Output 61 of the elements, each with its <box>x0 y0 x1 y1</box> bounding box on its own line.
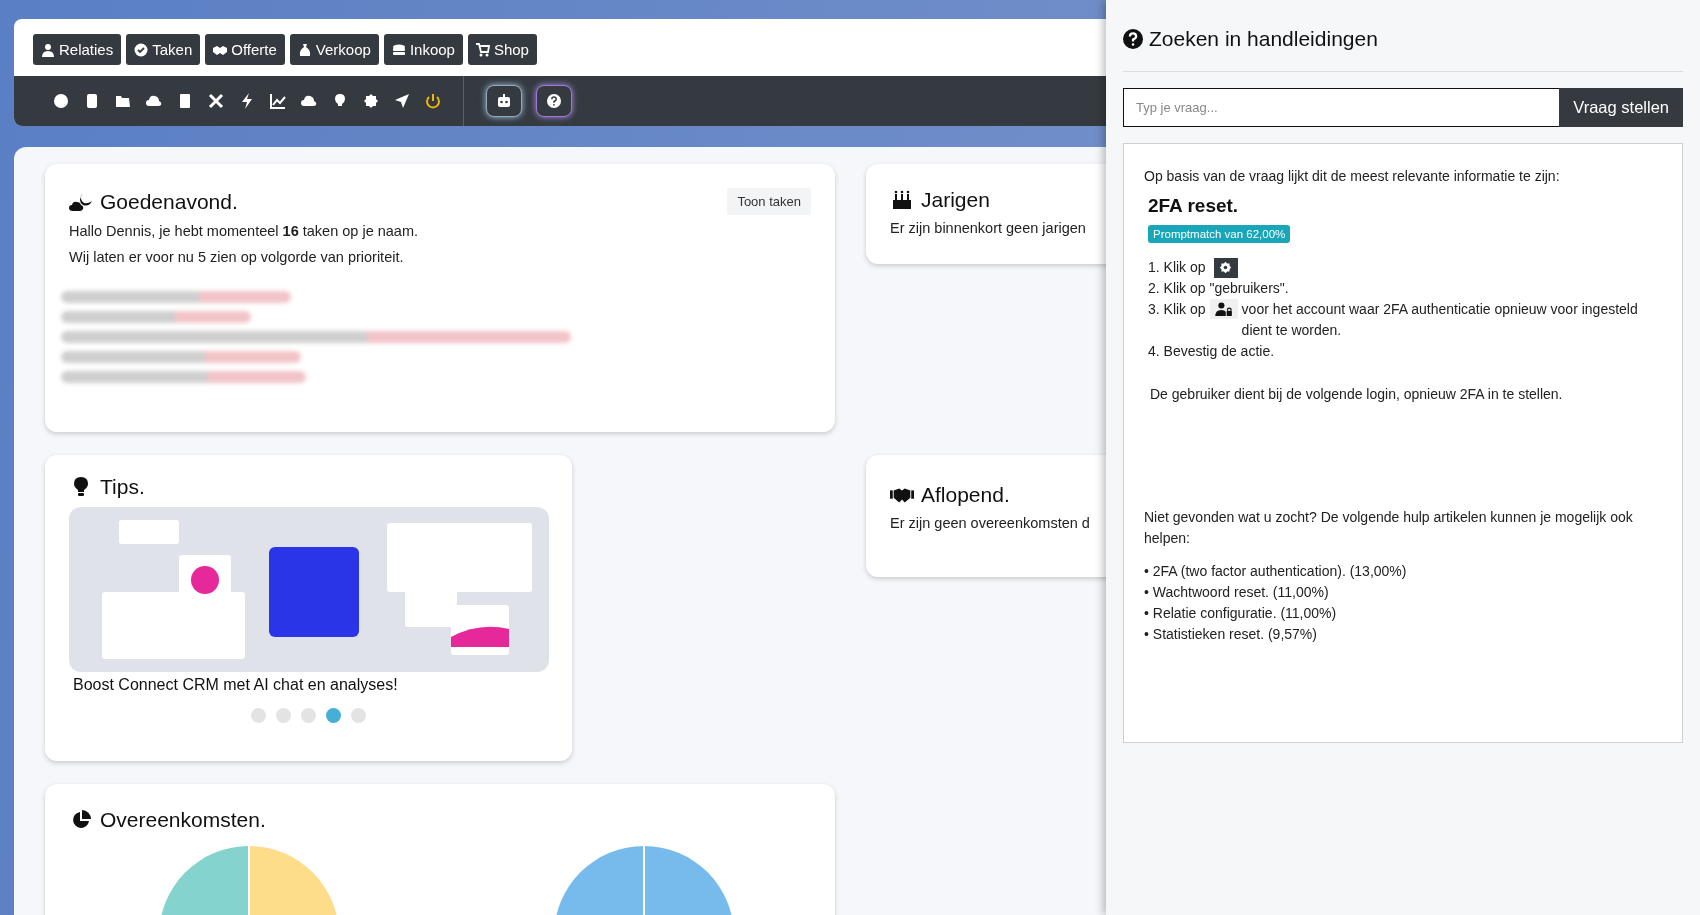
cart-icon <box>475 42 490 57</box>
nav-button[interactable]: Verkoop <box>289 34 379 65</box>
carousel-dot[interactable] <box>276 708 291 723</box>
show-tasks-button[interactable]: Toon taken <box>727 188 811 215</box>
folder-icon[interactable] <box>115 93 131 109</box>
card-title: Aflopend. <box>921 483 1010 507</box>
nav-button[interactable]: Offerte <box>205 34 285 65</box>
coins-icon <box>391 42 406 57</box>
tip-caption: Boost Connect CRM met AI chat en analyses! <box>73 676 399 694</box>
line-chart-icon[interactable] <box>270 93 286 109</box>
person-icon <box>41 42 55 57</box>
robot-button[interactable] <box>486 85 522 117</box>
article-link[interactable]: • Wachtwoord reset. (11,00%) <box>1144 582 1662 603</box>
money-bag-icon <box>297 42 312 57</box>
help-icon <box>547 94 561 108</box>
step-text: 4. Bevestig de actie. <box>1148 342 1275 361</box>
nav-button[interactable]: Shop <box>467 34 537 65</box>
match-badge: Promptmatch van 62,00% <box>1148 225 1291 243</box>
birthdays-text: Er zijn binnenkort geen jarigen <box>890 219 1087 238</box>
card-title: Tips. <box>100 475 145 499</box>
card-title: Overeenkomsten. <box>100 808 266 832</box>
help-icon <box>1123 29 1143 49</box>
carousel-dot[interactable] <box>326 708 341 723</box>
result-title: 2FA reset. <box>1148 195 1240 217</box>
send-icon[interactable] <box>394 93 410 109</box>
cloud-icon[interactable] <box>146 93 162 109</box>
intro-text: Op basis van de vraag lijkt dit de meest relevante informatie te zijn: <box>1144 167 1561 186</box>
article-link[interactable]: • Statistieken reset. (9,57%) <box>1144 624 1662 645</box>
greeting-text: Wij laten er voor nu 5 zien op volgorde van prioriteit. <box>69 248 405 267</box>
step-text: 2. Klik op "gebruikers". <box>1148 279 1289 298</box>
robot-icon <box>496 94 512 108</box>
ask-button[interactable]: Vraag stellen <box>1559 88 1683 127</box>
cloud-download-icon[interactable] <box>301 93 317 109</box>
expiring-text: Er zijn geen overeenkomsten d <box>890 514 1091 533</box>
question-input[interactable]: Typ je vraag... <box>1123 88 1560 127</box>
more-intro-text: Niet gevonden wat u zocht? De volgende hulp artikelen kunnen je mogelijk ook helpen: <box>1144 508 1634 548</box>
user-lock-icon <box>1209 299 1238 319</box>
check-circle-icon <box>134 42 149 57</box>
card-title: Jarigen <box>921 188 990 212</box>
step-text: 3. Klik op <box>1148 300 1206 319</box>
step-text: voor het account waar 2FA authenticatie opnieuw voor ingesteld dient te worden. <box>1241 300 1639 340</box>
step-text: 1. Klik op <box>1148 258 1206 277</box>
greeting-text: Hallo Dennis, je hebt momenteel 16 taken op je naam. <box>69 222 420 241</box>
power-icon[interactable] <box>425 93 441 109</box>
nav-button[interactable]: Inkoop <box>383 34 463 65</box>
help-button[interactable] <box>536 85 572 117</box>
bolt-icon[interactable] <box>239 93 255 109</box>
article-link[interactable]: • Relatie configuratie. (11,00%) <box>1144 603 1662 624</box>
carousel-dot[interactable] <box>301 708 316 723</box>
carousel-dot[interactable] <box>251 708 266 723</box>
card-title: Goedenavond. <box>100 189 238 214</box>
lightbulb-icon[interactable] <box>332 93 348 109</box>
gear-icon[interactable] <box>363 93 379 109</box>
cake-icon <box>890 190 914 210</box>
note-text: De gebruiker dient bij de volgende login, opnieuw 2FA in te stellen. <box>1150 385 1564 404</box>
nav-button[interactable]: Taken <box>126 34 201 65</box>
panel-title: Zoeken in handleidingen <box>1149 27 1378 51</box>
gear-icon <box>1213 257 1238 278</box>
article-link[interactable]: • 2FA (two factor authentication). (13,00%) <box>1144 561 1662 582</box>
nav-button[interactable]: Relaties <box>33 34 122 65</box>
carousel-dot[interactable] <box>351 708 366 723</box>
